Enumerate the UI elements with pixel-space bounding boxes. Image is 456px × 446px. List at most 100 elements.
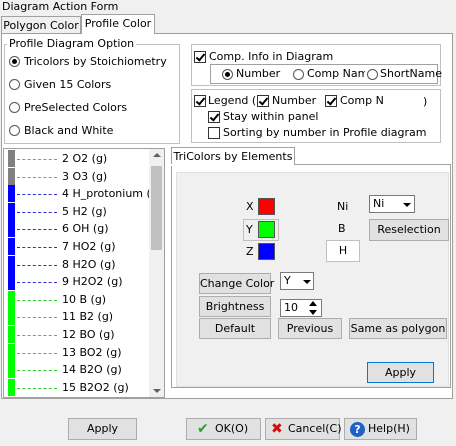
x-label: X bbox=[246, 200, 254, 213]
tab-tricolors-by-elements[interactable]: TriColors by Elements bbox=[171, 147, 295, 165]
list-item[interactable]: 9 H2O2 (g) bbox=[4, 273, 152, 291]
radio-black-white-indicator[interactable] bbox=[9, 125, 20, 136]
tab-profile-color[interactable]: Profile Color bbox=[81, 14, 155, 34]
same-as-polygon-button[interactable]: Same as polygon bbox=[349, 318, 447, 339]
species-label: 14 B2O (g) bbox=[62, 363, 122, 377]
legend-number-checkbox[interactable] bbox=[257, 95, 269, 110]
chevron-down-icon[interactable] bbox=[403, 203, 411, 207]
radio-given-15-colors[interactable] bbox=[9, 79, 20, 93]
species-line-sample bbox=[17, 211, 57, 213]
cross-icon: ✖ bbox=[271, 421, 283, 437]
species-color-swatch bbox=[8, 185, 15, 203]
h-element-box[interactable]: H bbox=[326, 240, 360, 262]
change-color-select[interactable]: Y bbox=[280, 272, 314, 290]
list-item[interactable]: 15 B2O2 (g) bbox=[4, 378, 152, 397]
species-label: 10 B (g) bbox=[62, 292, 107, 306]
species-label: 11 B2 (g) bbox=[62, 310, 114, 324]
radio-shortname-indicator[interactable] bbox=[367, 69, 378, 80]
apply-button[interactable]: Apply bbox=[68, 418, 137, 440]
comp-info-label: Comp. Info in Diagram bbox=[209, 50, 334, 63]
scroll-down-icon[interactable] bbox=[153, 389, 161, 393]
species-color-swatch bbox=[8, 220, 15, 238]
cancel-label: Cancel(C) bbox=[288, 422, 342, 435]
radio-black-white[interactable] bbox=[9, 125, 20, 139]
legend-label: Legend ( bbox=[208, 94, 257, 107]
scroll-up-icon[interactable] bbox=[153, 153, 161, 157]
species-line-sample bbox=[17, 299, 57, 301]
change-color-select-value: Y bbox=[284, 274, 291, 287]
spin-up-icon[interactable] bbox=[309, 301, 317, 306]
legend-check-indicator[interactable] bbox=[194, 95, 206, 107]
comp-info-check-indicator[interactable] bbox=[194, 51, 206, 63]
y-color-swatch[interactable] bbox=[258, 221, 275, 238]
list-item[interactable]: 14 B2O (g) bbox=[4, 361, 152, 379]
cancel-button[interactable]: ✖ Cancel(C) bbox=[265, 418, 342, 440]
element-select[interactable]: Ni bbox=[369, 195, 415, 213]
species-label: 5 H2 (g) bbox=[62, 204, 107, 218]
radio-shortname-label: ShortName bbox=[380, 67, 442, 80]
list-item[interactable]: 11 B2 (g) bbox=[4, 308, 152, 326]
reselection-button[interactable]: Reselection bbox=[369, 219, 449, 241]
sorting-check-indicator[interactable] bbox=[208, 127, 220, 139]
radio-preselected-colors[interactable] bbox=[9, 102, 20, 116]
radio-preselected-indicator[interactable] bbox=[9, 102, 20, 113]
scroll-thumb[interactable] bbox=[151, 166, 162, 250]
legend-number-check-indicator[interactable] bbox=[257, 95, 269, 107]
list-item[interactable]: 7 HO2 (g) bbox=[4, 238, 152, 256]
species-label: 6 OH (g) bbox=[62, 222, 109, 236]
radio-tricolors[interactable] bbox=[9, 56, 20, 70]
x-color-swatch[interactable] bbox=[258, 198, 275, 215]
species-line-sample bbox=[17, 194, 57, 196]
list-item[interactable]: 5 H2 (g) bbox=[4, 202, 152, 221]
legend-checkbox[interactable] bbox=[194, 95, 206, 110]
radio-black-white-label: Black and White bbox=[24, 124, 114, 137]
tricolor-apply-button[interactable]: Apply bbox=[367, 362, 434, 383]
radio-number[interactable] bbox=[222, 69, 233, 83]
list-scrollbar[interactable] bbox=[149, 149, 164, 397]
sorting-checkbox[interactable] bbox=[208, 127, 220, 142]
species-label: 3 O3 (g) bbox=[62, 169, 108, 183]
list-item[interactable]: 6 OH (g) bbox=[4, 220, 152, 238]
species-color-swatch bbox=[8, 361, 15, 379]
ok-button[interactable]: ✔ OK(O) bbox=[186, 418, 261, 440]
species-label: 15 B2O2 (g) bbox=[62, 380, 129, 394]
stay-within-checkbox[interactable] bbox=[208, 111, 220, 126]
comp-info-checkbox[interactable] bbox=[194, 51, 206, 66]
list-item[interactable]: 3 O3 (g) bbox=[4, 167, 152, 186]
legend-compn-checkbox[interactable] bbox=[325, 95, 337, 110]
default-button[interactable]: Default bbox=[199, 318, 271, 339]
legend-close-paren: ) bbox=[423, 95, 428, 108]
brightness-spinner[interactable]: 10 bbox=[280, 299, 322, 317]
species-label: 2 O2 (g) bbox=[62, 152, 108, 165]
radio-number-indicator[interactable] bbox=[222, 69, 233, 80]
profile-diagram-option-legend: Profile Diagram Option bbox=[7, 37, 137, 50]
stay-within-label: Stay within panel bbox=[223, 110, 319, 123]
list-item[interactable]: 2 O2 (g) bbox=[4, 150, 152, 168]
list-item[interactable]: 12 BO (g) bbox=[4, 326, 152, 344]
radio-shortname[interactable] bbox=[367, 69, 378, 83]
species-color-swatch bbox=[8, 202, 15, 220]
stay-within-check-indicator[interactable] bbox=[208, 111, 220, 123]
spin-down-icon[interactable] bbox=[309, 310, 317, 315]
z-color-swatch[interactable] bbox=[258, 243, 275, 260]
help-button[interactable]: ? Help(H) bbox=[344, 418, 417, 440]
tab-polygon-color[interactable]: Polygon Color bbox=[1, 16, 81, 34]
species-line-sample bbox=[17, 229, 57, 231]
brightness-button[interactable]: Brightness bbox=[199, 296, 271, 317]
species-line-sample bbox=[17, 370, 57, 372]
list-item[interactable]: 8 H2O (g) bbox=[4, 255, 152, 274]
radio-given-15-label: Given 15 Colors bbox=[24, 78, 112, 91]
radio-given-15-indicator[interactable] bbox=[9, 79, 20, 90]
radio-tricolors-indicator[interactable] bbox=[9, 56, 20, 67]
species-color-swatch bbox=[8, 273, 15, 291]
previous-button[interactable]: Previous bbox=[278, 318, 342, 339]
change-color-button[interactable]: Change Color bbox=[199, 273, 274, 294]
list-item[interactable]: 4 H_protonium (g) bbox=[4, 185, 162, 203]
radio-comp-name[interactable] bbox=[293, 69, 304, 83]
chevron-down-icon[interactable] bbox=[303, 280, 311, 284]
species-list[interactable]: 2 O2 (g) 3 O3 (g) 4 H_protonium (g) 5 H2 (g… bbox=[3, 148, 165, 398]
legend-compn-check-indicator[interactable] bbox=[325, 95, 337, 107]
radio-comp-name-indicator[interactable] bbox=[293, 69, 304, 80]
list-item[interactable]: 13 BO2 (g) bbox=[4, 343, 152, 362]
list-item[interactable]: 10 B (g) bbox=[4, 290, 152, 309]
